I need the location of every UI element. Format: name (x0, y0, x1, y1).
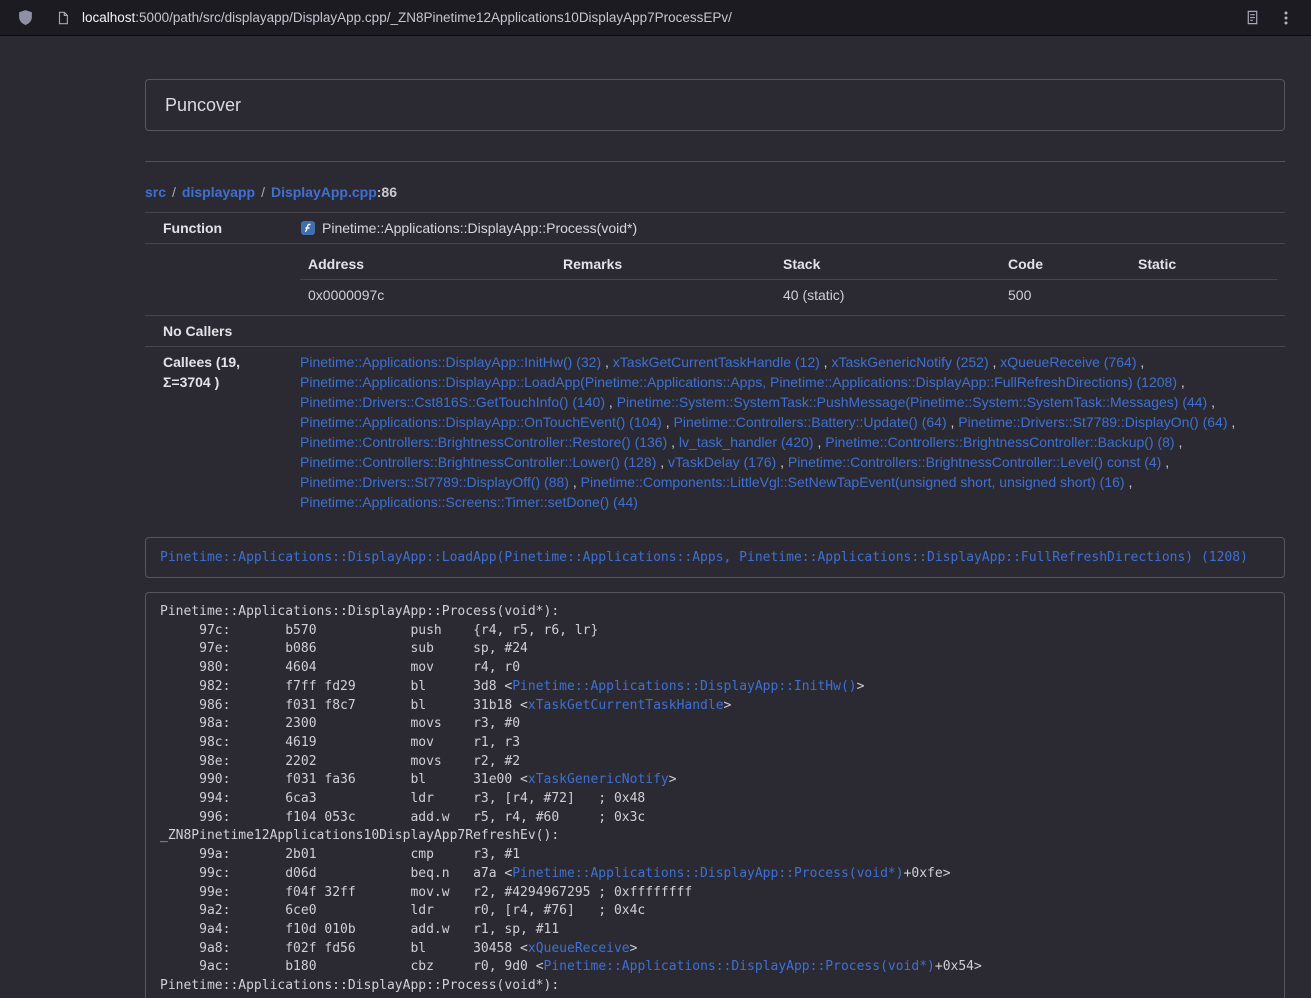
url-path: :5000/path/src/displayapp/DisplayApp.cpp… (135, 10, 732, 25)
breadcrumb: src / displayapp / DisplayApp.cpp:86 (145, 182, 1285, 202)
static-value (1130, 280, 1277, 311)
metrics-header-row: Address Remarks Stack Code Static (300, 249, 1277, 280)
callee-link[interactable]: Pinetime::Components::LittleVgl::SetNewT… (581, 474, 1125, 490)
disassembly-code: Pinetime::Applications::DisplayApp::Proc… (160, 603, 1270, 998)
callee-link[interactable]: Pinetime::Drivers::St7789::DisplayOn() (… (958, 414, 1227, 430)
screen: localhost:5000/path/src/displayapp/Displ… (0, 0, 1311, 998)
page-security-icon[interactable] (52, 7, 74, 29)
no-callers-row: No Callers (145, 316, 1285, 347)
callee-link[interactable]: lv_task_handler (420) (679, 434, 814, 450)
metrics-row: Address Remarks Stack Code Static 0x0000… (145, 244, 1285, 316)
col-code: Code (1000, 249, 1130, 280)
callee-link[interactable]: Pinetime::Applications::DisplayApp::Init… (300, 354, 601, 370)
callee-link[interactable]: Pinetime::Controllers::BrightnessControl… (300, 454, 656, 470)
url-bar[interactable]: localhost:5000/path/src/displayapp/Displ… (48, 4, 1229, 32)
symbol-link[interactable]: xQueueReceive (528, 941, 630, 956)
callees-label: Callees (19, Σ=3704 ) (145, 347, 292, 518)
breadcrumb-file-link[interactable]: DisplayApp.cpp (271, 184, 377, 200)
symbol-link[interactable]: xTaskGenericNotify (528, 772, 669, 787)
function-cell: Pinetime::Applications::DisplayApp::Proc… (292, 213, 1285, 244)
metrics-cell: Address Remarks Stack Code Static 0x0000… (292, 244, 1285, 316)
breadcrumb-separator: / (172, 184, 176, 200)
remarks-value (555, 280, 775, 311)
function-name: Pinetime::Applications::DisplayApp::Proc… (322, 220, 637, 236)
callee-link[interactable]: xTaskGetCurrentTaskHandle (12) (613, 354, 820, 370)
callee-link[interactable]: Pinetime::Applications::DisplayApp::Load… (300, 374, 1177, 390)
url-host: localhost (82, 10, 135, 25)
metrics-row-label (145, 244, 292, 316)
symbol-table: Function Pinetime::Applications::Display… (145, 212, 1285, 517)
url-text: localhost:5000/path/src/displayapp/Displ… (82, 10, 732, 25)
breadcrumb-line-number: :86 (377, 184, 397, 200)
col-static: Static (1130, 249, 1277, 280)
tracking-protection-shield-icon[interactable] (14, 7, 36, 29)
callee-link[interactable]: Pinetime::Applications::DisplayApp::OnTo… (300, 414, 662, 430)
page-title: Puncover (165, 95, 241, 115)
callee-link[interactable]: Pinetime::System::SystemTask::PushMessag… (617, 394, 1208, 410)
callees-row: Callees (19, Σ=3704 ) Pinetime::Applicat… (145, 347, 1285, 518)
page-content: Puncover src / displayapp / DisplayApp.cpp:8… (145, 79, 1285, 998)
stack-value: 40 (static) (775, 280, 1000, 311)
callee-link[interactable]: vTaskDelay (176) (668, 454, 776, 470)
function-row-label: Function (145, 213, 292, 244)
callee-link[interactable]: Pinetime::Controllers::Battery::Update()… (674, 414, 947, 430)
address-value: 0x0000097c (300, 280, 555, 311)
callee-highlight-panel: Pinetime::Applications::DisplayApp::Load… (145, 537, 1285, 578)
callee-link[interactable]: Pinetime::Controllers::BrightnessControl… (788, 454, 1161, 470)
symbol-link[interactable]: Pinetime::Applications::DisplayApp::Init… (512, 679, 856, 694)
callee-link[interactable]: Pinetime::Applications::Screens::Timer::… (300, 494, 638, 510)
callee-link[interactable]: Pinetime::Drivers::Cst816S::GetTouchInfo… (300, 394, 605, 410)
callee-link[interactable]: Pinetime::Drivers::St7789::DisplayOff() … (300, 474, 569, 490)
col-stack: Stack (775, 249, 1000, 280)
metrics-table: Address Remarks Stack Code Static 0x0000… (300, 249, 1277, 310)
breadcrumb-src-link[interactable]: src (145, 184, 166, 200)
kebab-menu-icon[interactable] (1275, 7, 1297, 29)
callee-link[interactable]: xTaskGenericNotify (252) (831, 354, 988, 370)
no-callers-label: No Callers (145, 316, 292, 347)
breadcrumb-separator: / (261, 184, 265, 200)
browser-toolbar: localhost:5000/path/src/displayapp/Displ… (0, 0, 1311, 36)
code-value: 500 (1000, 280, 1130, 311)
function-row: Function Pinetime::Applications::Display… (145, 213, 1285, 244)
callee-link[interactable]: xQueueReceive (764) (1000, 354, 1136, 370)
callee-link[interactable]: Pinetime::Controllers::BrightnessControl… (825, 434, 1174, 450)
function-type-icon (300, 220, 316, 236)
no-callers-cell (292, 316, 1285, 347)
col-remarks: Remarks (555, 249, 775, 280)
disassembly-panel: Pinetime::Applications::DisplayApp::Proc… (145, 592, 1285, 998)
app-title-panel: Puncover (145, 79, 1285, 131)
highlighted-callee-link[interactable]: Pinetime::Applications::DisplayApp::Load… (160, 550, 1248, 565)
divider (145, 161, 1285, 162)
breadcrumb-displayapp-link[interactable]: displayapp (182, 184, 255, 200)
symbol-link[interactable]: Pinetime::Applications::DisplayApp::Proc… (512, 866, 903, 881)
symbol-link[interactable]: Pinetime::Applications::DisplayApp::Proc… (544, 959, 935, 974)
metrics-value-row: 0x0000097c 40 (static) 500 (300, 280, 1277, 311)
callee-link[interactable]: Pinetime::Controllers::BrightnessControl… (300, 434, 667, 450)
symbol-link[interactable]: xTaskGetCurrentTaskHandle (528, 698, 724, 713)
col-address: Address (300, 249, 555, 280)
reader-mode-icon[interactable] (1241, 7, 1263, 29)
callees-list: Pinetime::Applications::DisplayApp::Init… (292, 347, 1285, 518)
